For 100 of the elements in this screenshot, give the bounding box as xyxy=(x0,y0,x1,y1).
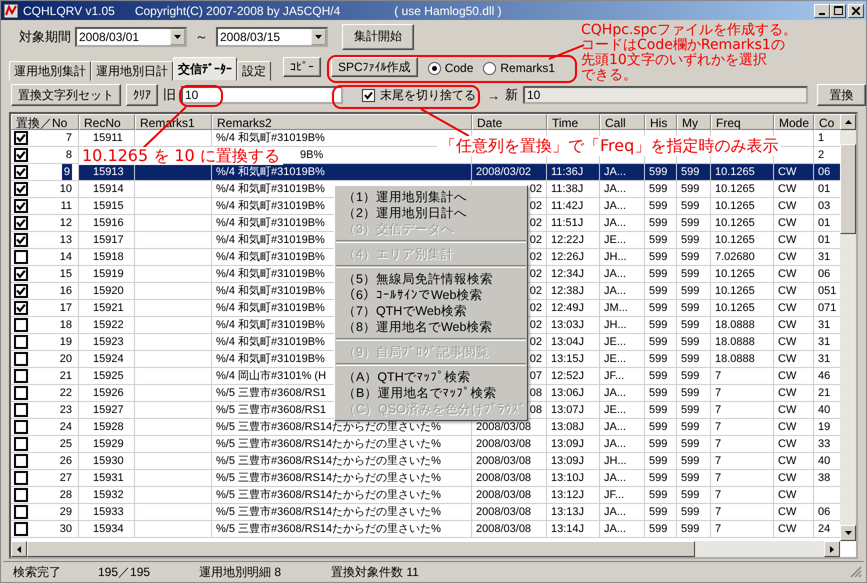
table-cell-text: 24 xyxy=(60,420,72,435)
table-cell-text: 02 xyxy=(530,233,542,248)
scroll-down-button[interactable] xyxy=(840,525,856,541)
close-button[interactable] xyxy=(848,4,864,18)
menu-item[interactable]: （6）ｺｰﾙｻｲﾝでWeb検索 xyxy=(335,287,527,303)
to-date-dropdown[interactable]: 2008/03/15 xyxy=(216,26,328,46)
new-value-field[interactable]: 10 xyxy=(523,86,808,104)
column-header[interactable]: RecNo xyxy=(79,114,135,130)
set-replace-button[interactable]: 置換文字列セット xyxy=(11,84,121,106)
table-row[interactable]: 28 15932 %/5 三豊市#3608/RS14たからだの里さいた% 2008/03/08 13:12J JF... 599 599 7 CW xyxy=(11,487,840,504)
table-row[interactable]: 9 15913 %/4 和気町#31019B% 2008/03/02 11:36J JA... 599 599 10.1265 CW 06 xyxy=(11,164,840,181)
table-cell-text: 10.1265 xyxy=(715,301,755,316)
checkbox[interactable] xyxy=(14,522,28,536)
radio-button[interactable] xyxy=(483,62,496,74)
table-cell-text: 15916 xyxy=(93,216,124,231)
table-cell-text: 12 xyxy=(60,216,72,231)
checkbox[interactable] xyxy=(14,131,28,145)
column-header[interactable]: 置換／No xyxy=(11,114,79,130)
table-cell-text: 7 xyxy=(715,522,722,537)
table-row[interactable]: 30 15934 %/5 三豊市#3608/RS14たからだの里さいた% 2008/03/08 13:14J JA... 599 599 7 CW 24 xyxy=(11,521,840,538)
radio-label: Remarks1 xyxy=(500,61,556,75)
checkbox[interactable] xyxy=(14,148,28,162)
table-cell-text: 599 xyxy=(681,284,700,299)
menu-item[interactable]: （B）運用地名でﾏｯﾌﾟ検索 xyxy=(335,385,527,401)
from-date-dropdown[interactable]: 2008/03/01 xyxy=(75,26,187,46)
tab[interactable]: 交信ﾃﾞｰﾀｰ xyxy=(173,57,237,81)
scroll-left-button[interactable] xyxy=(11,541,27,557)
radio-button[interactable] xyxy=(428,62,441,74)
column-header[interactable]: Co xyxy=(814,114,840,130)
table-cell-text: CW xyxy=(778,403,796,418)
table-cell-text: 599 xyxy=(681,403,700,418)
checkbox[interactable] xyxy=(14,403,28,417)
table-cell-text: 599 xyxy=(649,335,668,350)
scroll-right-button[interactable] xyxy=(824,541,840,557)
checkbox[interactable] xyxy=(14,505,28,519)
table-cell-text: %/5 三豊市#3608/RS14たからだの里さいた% xyxy=(216,420,441,435)
table-row[interactable]: 26 15930 %/5 三豊市#3608/RS14たからだの里さいた% 2008/03/08 13:09J JH... 599 599 7 CW 40 xyxy=(11,453,840,470)
column-header[interactable]: Time xyxy=(547,114,600,130)
table-cell-text: %/4 和気町#31019B% xyxy=(216,233,325,248)
checkbox[interactable] xyxy=(14,437,28,451)
scroll-thumb[interactable] xyxy=(27,541,695,557)
table-cell-text: 599 xyxy=(681,386,700,401)
menu-item[interactable]: （8）運用地名でWeb検索 xyxy=(335,319,527,335)
scroll-thumb[interactable] xyxy=(840,144,856,234)
checkbox[interactable] xyxy=(14,250,28,264)
table-cell-text: 599 xyxy=(681,522,700,537)
menu-item[interactable]: （1）運用地別集計へ xyxy=(335,189,527,205)
checkbox[interactable] xyxy=(14,199,28,213)
old-value-field[interactable]: 10 xyxy=(181,86,343,104)
table-cell-text: 13:03J xyxy=(551,318,584,333)
tab[interactable]: 運用地別日計 xyxy=(91,61,173,81)
column-header[interactable]: His xyxy=(645,114,677,130)
checkbox[interactable] xyxy=(14,488,28,502)
column-header[interactable]: Call xyxy=(600,114,645,130)
table-cell-text: 40 xyxy=(818,454,830,469)
maximize-button[interactable] xyxy=(830,4,846,18)
checkbox[interactable] xyxy=(14,318,28,332)
checkbox[interactable] xyxy=(14,454,28,468)
checkbox[interactable] xyxy=(14,267,28,281)
horizontal-scrollbar[interactable] xyxy=(11,541,840,557)
tab[interactable]: 運用地別集計 xyxy=(9,61,91,81)
menu-item[interactable]: （2）運用地別日計へ xyxy=(335,205,527,221)
copy-button[interactable]: ｺﾋﾟｰ xyxy=(283,57,321,77)
start-button[interactable]: 集計開始 xyxy=(342,24,414,50)
checkbox[interactable] xyxy=(14,352,28,366)
table-cell-text: 599 xyxy=(681,335,700,350)
tab[interactable]: 設定 xyxy=(237,61,271,81)
checkbox[interactable] xyxy=(362,88,375,102)
checkbox[interactable] xyxy=(14,386,28,400)
checkbox[interactable] xyxy=(14,165,28,179)
checkbox[interactable] xyxy=(14,420,28,434)
table-cell-text: 31 xyxy=(818,318,830,333)
table-row[interactable]: 29 15933 %/5 三豊市#3608/RS14たからだの里さいた% 2008/03/08 13:13J JA... 599 599 7 CW 06 xyxy=(11,504,840,521)
checkbox[interactable] xyxy=(14,301,28,315)
checkbox[interactable] xyxy=(14,216,28,230)
minimize-button[interactable] xyxy=(814,4,830,18)
checkbox[interactable] xyxy=(14,182,28,196)
table-cell-text: 17 xyxy=(60,301,72,316)
table-row[interactable]: 25 15929 %/5 三豊市#3608/RS14たからだの里さいた% 2008/03/08 13:09J JA... 599 599 7 CW 33 xyxy=(11,436,840,453)
clear-button[interactable]: ｸﾘｱ xyxy=(126,84,158,106)
table-cell-text: 08 xyxy=(530,403,542,418)
table-row[interactable]: 27 15931 %/5 三豊市#3608/RS14たからだの里さいた% 2008/03/08 13:10J JA... 599 599 7 CW 38 xyxy=(11,470,840,487)
checkbox[interactable] xyxy=(14,284,28,298)
column-header[interactable]: Mode xyxy=(774,114,814,130)
spc-file-button[interactable]: SPCﾌｧｲﾙ作成 xyxy=(331,57,418,77)
checkbox[interactable] xyxy=(14,335,28,349)
checkbox[interactable] xyxy=(14,471,28,485)
vertical-scrollbar[interactable] xyxy=(840,114,856,541)
menu-item[interactable]: （A）QTHでﾏｯﾌﾟ検索 xyxy=(335,369,527,385)
checkbox[interactable] xyxy=(14,233,28,247)
table-cell-text: CW xyxy=(778,352,796,367)
table-cell-text: 18 xyxy=(60,318,72,333)
menu-item[interactable]: （7）QTHでWeb検索 xyxy=(335,303,527,319)
checkbox[interactable] xyxy=(14,369,28,383)
column-header[interactable]: Date xyxy=(472,114,547,130)
column-header[interactable]: Remarks2 xyxy=(212,114,472,130)
table-cell-text: 2008/03/02 xyxy=(476,165,532,180)
status-text: 195／195 xyxy=(98,564,152,580)
replace-button[interactable]: 置換 xyxy=(816,84,866,106)
scroll-up-button[interactable] xyxy=(840,114,856,130)
